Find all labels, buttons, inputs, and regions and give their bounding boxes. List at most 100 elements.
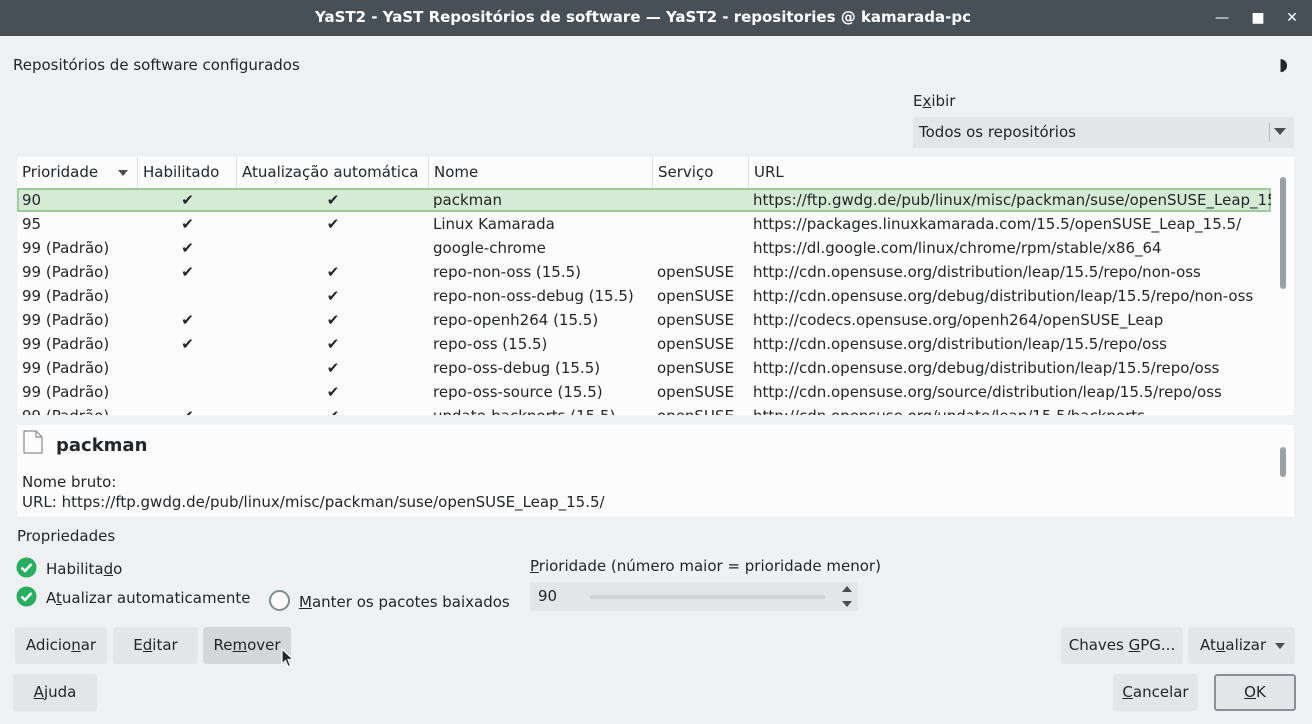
keep-packages-label: Manter os pacotes baixados [299, 593, 510, 611]
cell-service: openSUSE [657, 311, 734, 329]
cell-url: http://codecs.opensuse.org/openh264/open… [753, 311, 1164, 329]
table-row[interactable]: 99 (Padrão) ✔ repo-oss-source (15.5) openSU… [17, 380, 1271, 404]
checkbox-unchecked-icon [269, 590, 290, 611]
cell-enabled: ✔ [138, 407, 237, 415]
priority-spinbox[interactable]: 90 [530, 582, 858, 611]
cell-name: repo-non-oss (15.5) [433, 263, 582, 281]
cell-service: openSUSE [657, 407, 734, 415]
spin-up-icon[interactable] [842, 586, 852, 592]
repositories-table[interactable]: Prioridade Habilitado Atualização automá… [17, 157, 1294, 415]
cell-url: http://cdn.opensuse.org/debug/distributi… [753, 287, 1254, 305]
table-row[interactable]: 99 (Padrão) ✔ ✔ repo-oss (15.5) openSUSE http… [17, 332, 1271, 356]
cell-autorefresh: ✔ [326, 191, 340, 209]
scrollbar-thumb[interactable] [1280, 447, 1286, 477]
cell-url: https://ftp.gwdg.de/pub/linux/misc/packm… [753, 191, 1294, 209]
help-button[interactable]: Ajuda [13, 674, 97, 711]
enabled-label: Habilitado [46, 560, 123, 578]
column-header-url[interactable]: URL [749, 157, 1271, 188]
column-header-name[interactable]: Nome [429, 157, 653, 188]
chevron-down-icon [1275, 643, 1285, 649]
cell-url: http://cdn.opensuse.org/source/distribut… [753, 383, 1222, 401]
gpg-keys-button[interactable]: Chaves GPG... [1061, 627, 1183, 664]
column-header-autorefresh[interactable]: Atualização automática [237, 157, 429, 188]
cell-enabled: ✔ [181, 263, 194, 281]
autorefresh-label: Atualizar automaticamente [46, 589, 251, 607]
cell-url: http://cdn.opensuse.org/debug/distributi… [753, 359, 1220, 377]
cell-enabled: ✔ [181, 191, 194, 209]
cell-autorefresh: ✔ [326, 359, 340, 377]
priority-label: Prioridade (número maior = prioridade me… [530, 557, 881, 575]
properties-heading: Propriedades [17, 527, 116, 545]
column-header-service[interactable]: Serviço [653, 157, 749, 188]
theme-toggle-icon[interactable]: ◗ [1279, 55, 1288, 75]
table-scrollbar[interactable] [1271, 157, 1294, 415]
table-row[interactable]: 99 (Padrão) ✔ ✔ repo-openh264 (15.5) openSUS… [17, 308, 1271, 332]
cell-priority: 99 (Padrão) [22, 407, 109, 415]
cell-url: http://cdn.opensuse.org/distribution/lea… [753, 263, 1201, 281]
cell-url: http://cdn.opensuse.org/update/leap/15.5… [753, 407, 1145, 415]
table-row[interactable]: 95 ✔ ✔ Linux Kamarada https://packages.linux… [17, 212, 1271, 236]
filter-combobox[interactable]: Todos os repositórios [913, 117, 1294, 148]
cell-name: repo-oss-debug (15.5) [433, 359, 601, 377]
window-title: YaST2 - YaST Repositórios de software — … [314, 8, 972, 26]
table-row[interactable]: 99 (Padrão) ✔ ✔ repo-non-oss (15.5) openSUSE… [17, 260, 1271, 284]
cell-priority: 99 (Padrão) [22, 359, 110, 377]
column-header-enabled[interactable]: Habilitado [138, 157, 237, 188]
close-button[interactable]: ✕ [1282, 8, 1302, 28]
cell-priority: 95 [22, 215, 42, 233]
table-row[interactable]: 99 (Padrão) ✔ repo-non-oss-debug (15.5) ope… [17, 284, 1271, 308]
cell-name: repo-oss-source (15.5) [433, 383, 603, 401]
filter-value: Todos os repositórios [919, 123, 1076, 141]
title-bar: YaST2 - YaST Repositórios de software — … [0, 0, 1312, 36]
cell-priority: 99 (Padrão) [22, 335, 110, 353]
cell-service: openSUSE [657, 287, 734, 305]
cell-enabled: ✔ [181, 215, 194, 233]
table-row[interactable]: 99 (Padrão) ✔ repo-oss-debug (15.5) openSUS… [17, 356, 1271, 380]
cell-autorefresh: ✔ [237, 407, 429, 415]
scrollbar-thumb[interactable] [1280, 177, 1286, 289]
table-row[interactable]: 99 (Padrão) ✔ google-chrome https://dl.goog… [17, 236, 1271, 260]
details-scrollbar[interactable] [1271, 425, 1294, 517]
edit-button[interactable]: Editar [113, 627, 198, 664]
cell-priority: 90 [22, 191, 42, 209]
table-row[interactable]: 90 ✔ ✔ packman https://ftp.gwdg.de/pub/linux… [17, 188, 1294, 212]
cell-priority: 99 (Padrão) [22, 383, 110, 401]
cell-autorefresh: ✔ [326, 263, 340, 281]
cell-name: repo-oss (15.5) [433, 335, 548, 353]
priority-slider-track [590, 595, 825, 599]
cell-name: packman [433, 191, 502, 209]
spin-down-icon[interactable] [842, 601, 852, 607]
ok-button[interactable]: OK [1214, 674, 1296, 711]
cell-name: google-chrome [433, 239, 546, 257]
cell-service: openSUSE [657, 383, 734, 401]
refresh-menu-button[interactable]: Atualizar [1188, 627, 1295, 664]
mouse-cursor-icon [281, 648, 295, 668]
remove-button[interactable]: Remover [203, 627, 291, 664]
details-repo-name: packman [56, 435, 148, 456]
document-icon [23, 430, 43, 454]
minimize-button[interactable]: — [1212, 8, 1232, 28]
cell-service: openSUSE [657, 263, 734, 281]
cell-priority: 99 (Padrão) [22, 287, 110, 305]
add-button[interactable]: Adicionar [15, 627, 107, 664]
cell-url: http://cdn.opensuse.org/distribution/lea… [753, 335, 1167, 353]
details-raw-name: Nome bruto: [22, 473, 117, 491]
column-header-priority[interactable]: Prioridade [17, 157, 138, 188]
cell-priority: 99 (Padrão) [22, 311, 110, 329]
cell-url: https://dl.google.com/linux/chrome/rpm/s… [753, 239, 1162, 257]
combo-separator [1269, 123, 1270, 142]
repository-details: packman Nome bruto: URL: https://ftp.gwd… [17, 425, 1294, 517]
cell-name: repo-openh264 (15.5) [433, 311, 599, 329]
cell-enabled: ✔ [181, 335, 194, 353]
cell-priority: 99 (Padrão) [22, 263, 110, 281]
table-row[interactable]: 99 (Padrão) ✔✔ update-backports (15.5) open… [17, 404, 1271, 415]
cancel-button[interactable]: Cancelar [1113, 674, 1198, 711]
cell-name: Linux Kamarada [433, 215, 555, 233]
sort-desc-icon [118, 170, 128, 176]
cell-autorefresh: ✔ [326, 383, 340, 401]
cell-url: https://packages.linuxkamarada.com/15.5/… [753, 215, 1242, 233]
cell-autorefresh: ✔ [326, 335, 340, 353]
maximize-button[interactable]: ■ [1248, 8, 1268, 28]
cell-autorefresh: ✔ [326, 287, 340, 305]
chevron-down-icon [1274, 128, 1286, 135]
